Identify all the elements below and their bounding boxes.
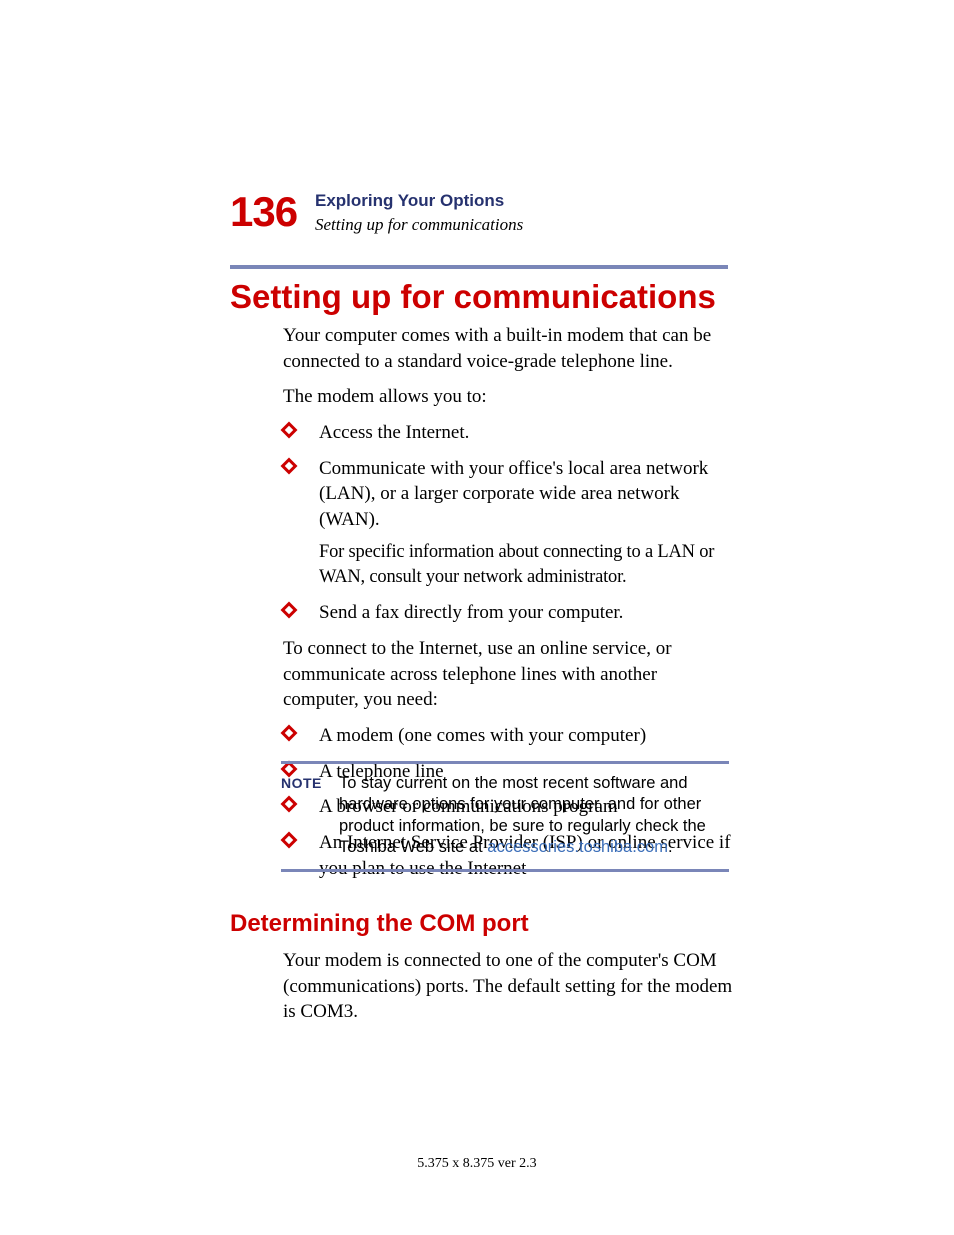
list-item: Communicate with your office's local are…: [283, 456, 733, 591]
list-item-text: Send a fax directly from your computer.: [319, 602, 623, 623]
list-item: Access the Internet.: [283, 420, 733, 446]
chapter-title: Exploring Your Options: [315, 191, 523, 211]
note-block: NOTE To stay current on the most recent …: [281, 773, 731, 859]
main-heading: Setting up for communications: [230, 278, 716, 316]
list-item: A modem (one comes with your computer): [283, 723, 733, 749]
note-text: To stay current on the most recent softw…: [339, 773, 731, 859]
section-subtitle: Setting up for communications: [315, 215, 523, 235]
list-item-text: A modem (one comes with your computer): [319, 725, 646, 746]
note-text-after: .: [668, 838, 673, 856]
note-link[interactable]: accessories.toshiba.com: [487, 838, 668, 856]
requirements-intro: To connect to the Internet, use an onlin…: [283, 636, 733, 713]
note-divider-top: [281, 761, 729, 764]
list-item: Send a fax directly from your computer.: [283, 600, 733, 626]
page-container: 136 Exploring Your Options Setting up fo…: [0, 0, 954, 1235]
body-block-2: Your modem is connected to one of the co…: [283, 948, 733, 1035]
feature-list: Access the Internet. Communicate with yo…: [283, 420, 733, 626]
header-text: Exploring Your Options Setting up for co…: [315, 191, 523, 235]
note-divider-bottom: [281, 869, 729, 872]
page-number: 136: [230, 188, 297, 236]
list-item-subnote: For specific information about connectin…: [319, 540, 733, 590]
intro-paragraph-2: The modem allows you to:: [283, 384, 733, 410]
note-label: NOTE: [281, 775, 322, 791]
list-item-text: Access the Internet.: [319, 422, 469, 443]
sub-paragraph: Your modem is connected to one of the co…: [283, 948, 733, 1025]
intro-paragraph-1: Your computer comes with a built-in mode…: [283, 323, 733, 374]
sub-heading: Determining the COM port: [230, 910, 529, 938]
divider-thick: [230, 265, 728, 269]
list-item-text: Communicate with your office's local are…: [319, 458, 708, 530]
footer-version: 5.375 x 8.375 ver 2.3: [0, 1156, 954, 1172]
